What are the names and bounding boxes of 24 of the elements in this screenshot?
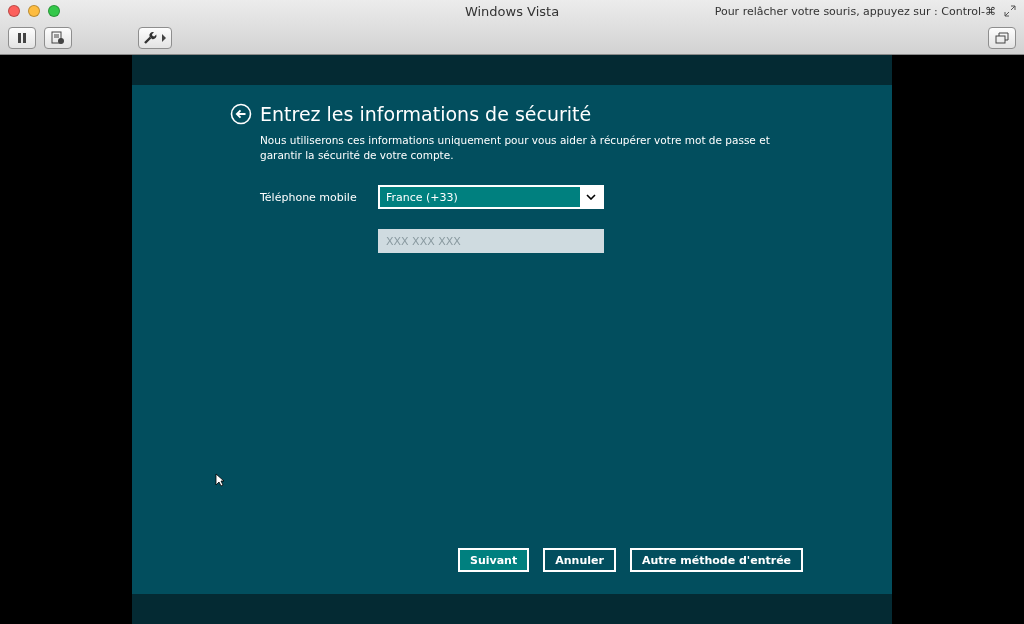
country-dropdown[interactable]: France (+33) [378,185,604,209]
window-title: Windows Vista [464,3,560,19]
page-title: Entrez les informations de sécurité [260,103,592,125]
screen-clock-icon [51,31,65,45]
windows-icon [995,32,1009,44]
window-mode-button[interactable] [988,27,1016,49]
wrench-icon [143,31,157,45]
pause-button[interactable] [8,27,36,49]
close-button[interactable] [8,5,20,17]
pause-icon [17,32,27,44]
fullscreen-icon[interactable] [1004,5,1016,17]
snapshot-button[interactable] [44,27,72,49]
settings-button[interactable] [138,27,172,49]
mouse-cursor-icon [215,473,224,487]
release-mouse-hint: Pour relâcher votre souris, appuyez sur : Control-⌘ [714,4,996,18]
chevron-down-icon [586,194,596,200]
action-button[interactable]: Autre méthode d'entrée [629,548,804,572]
description-text: Nous utiliserons ces informations uniquement pour vous aider à récupérer votre mot de passe et garantir la sécurité de votre compte. [260,133,771,163]
action-button[interactable]: Annuler [543,548,616,572]
zoom-button[interactable] [48,5,60,17]
caret-icon [161,33,167,43]
phone-label: Téléphone mobile [260,190,358,204]
phone-number-field[interactable]: XXX XXX XXX [378,229,604,253]
next-button[interactable]: Suivant [458,548,530,572]
